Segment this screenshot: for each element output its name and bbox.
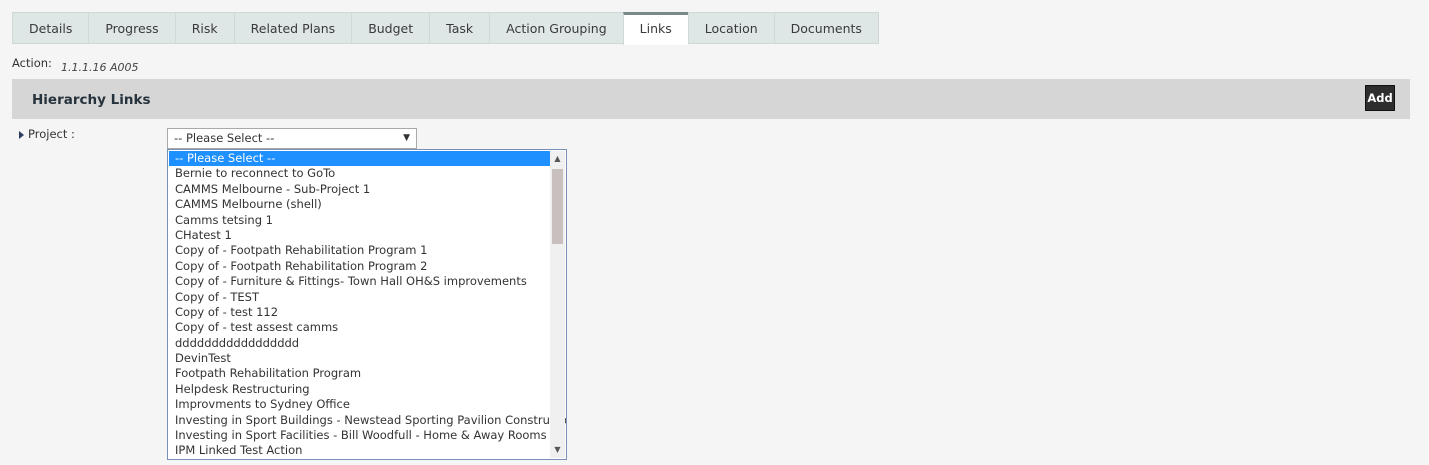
project-option[interactable]: Copy of - Footpath Rehabilitation Progra… xyxy=(169,243,550,258)
project-option[interactable]: IPM Linked Test Action xyxy=(169,443,550,458)
project-select[interactable]: -- Please Select -- ▼ xyxy=(167,128,417,149)
project-option[interactable]: CHatest 1 xyxy=(169,228,550,243)
scrollbar-thumb[interactable] xyxy=(552,169,563,244)
dropdown-scrollbar[interactable]: ▲ ▼ xyxy=(550,151,565,458)
project-dropdown-list[interactable]: -- Please Select -- Bernie to reconnect … xyxy=(167,149,567,460)
tab-progress[interactable]: Progress xyxy=(88,12,175,44)
section-title: Hierarchy Links xyxy=(32,92,151,108)
project-option[interactable]: Investing in Sport Facilities - Bill Woo… xyxy=(169,428,550,443)
project-option[interactable]: Footpath Rehabilitation Program xyxy=(169,366,550,381)
project-options: -- Please Select -- Bernie to reconnect … xyxy=(169,151,566,459)
scroll-up-icon[interactable]: ▲ xyxy=(550,151,565,167)
tab-budget[interactable]: Budget xyxy=(351,12,430,44)
project-option[interactable]: Copy of - Footpath Rehabilitation Progra… xyxy=(169,259,550,274)
project-select-value: -- Please Select -- xyxy=(174,131,275,145)
tab-risk[interactable]: Risk xyxy=(174,12,234,44)
tab-documents[interactable]: Documents xyxy=(773,12,879,44)
tab-related-plans[interactable]: Related Plans xyxy=(233,12,352,44)
action-label: Action: xyxy=(12,56,52,70)
project-option[interactable]: ddddddddddddddddd xyxy=(169,336,550,351)
caret-right-icon xyxy=(19,131,24,139)
project-option[interactable]: Copy of - test 112 xyxy=(169,305,550,320)
tab-location[interactable]: Location xyxy=(687,12,774,44)
project-option[interactable]: CAMMS Melbourne - Sub-Project 1 xyxy=(169,182,550,197)
project-option[interactable]: Improvments to Sydney Office xyxy=(169,397,550,412)
project-option[interactable]: Copy of - Furniture & Fittings- Town Hal… xyxy=(169,274,550,289)
project-option[interactable]: Camms tetsing 1 xyxy=(169,213,550,228)
project-option[interactable]: Bernie to reconnect to GoTo xyxy=(169,166,550,181)
project-option[interactable]: Investing in Sport Buildings - Newstead … xyxy=(169,413,566,428)
add-button[interactable]: Add xyxy=(1365,85,1395,111)
chevron-down-icon: ▼ xyxy=(403,133,410,143)
project-option[interactable]: DevinTest xyxy=(169,351,550,366)
project-option[interactable]: Helpdesk Restructuring xyxy=(169,382,550,397)
project-option[interactable]: CAMMS Melbourne (shell) xyxy=(169,197,550,212)
project-label: Project : xyxy=(28,127,75,141)
action-value: 1.1.1.16 A005 xyxy=(61,61,139,74)
tab-links[interactable]: Links xyxy=(622,12,688,45)
scroll-down-icon[interactable]: ▼ xyxy=(550,442,565,458)
project-option[interactable]: Copy of - TEST xyxy=(169,290,550,305)
tab-action-grouping[interactable]: Action Grouping xyxy=(489,12,623,44)
tab-details[interactable]: Details xyxy=(12,12,89,44)
tab-task[interactable]: Task xyxy=(429,12,490,44)
tab-bar: Details Progress Risk Related Plans Budg… xyxy=(12,12,879,45)
project-option[interactable]: Copy of - test assest camms xyxy=(169,320,550,335)
project-option[interactable]: -- Please Select -- xyxy=(169,151,550,167)
hierarchy-links-header: Hierarchy Links Add xyxy=(12,79,1410,119)
